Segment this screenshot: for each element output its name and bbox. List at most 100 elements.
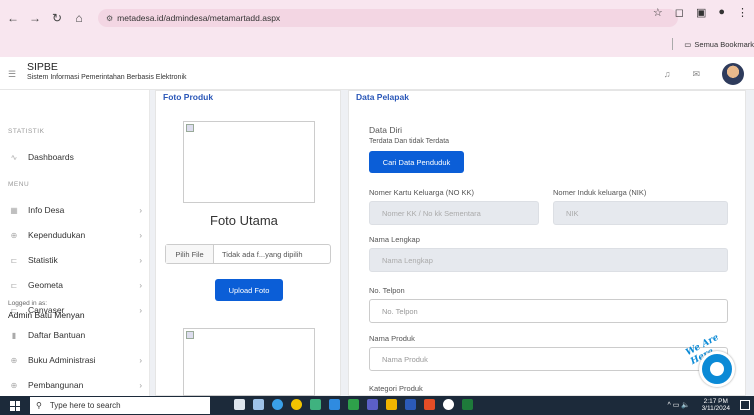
folder-icon[interactable] <box>386 399 397 410</box>
logged-in-label: Logged in as: <box>8 300 48 307</box>
terdata-text: Terdata Dan tidak Terdata <box>369 138 450 145</box>
sidebar-item-label: Info Desa <box>28 205 65 215</box>
nik-field[interactable]: NIK <box>553 201 728 225</box>
whatsapp-icon[interactable] <box>348 399 359 410</box>
menu-icon[interactable]: ⋮ <box>737 6 748 19</box>
header-actions: ♫ ✉ <box>664 63 744 85</box>
app-icon-green[interactable] <box>310 399 321 410</box>
taskbar-apps <box>234 399 473 410</box>
app-subtitle: Sistem Informasi Pemerintahan Berbasis E… <box>27 74 187 81</box>
address-bar-row: ← → ↻ ⌂ ⚙ metadesa.id/admindesa/metamart… <box>0 6 754 30</box>
chat-bubble-button[interactable] <box>699 351 735 387</box>
section-menu: MENU <box>8 181 30 188</box>
app-header: ☰ SIPBE Sistem Informasi Pemerintahan Be… <box>0 57 754 90</box>
chevron-right-icon: › <box>139 255 142 265</box>
layers-icon: ⊏ <box>10 280 18 290</box>
back-icon[interactable]: ← <box>4 9 22 27</box>
home-icon[interactable]: ⌂ <box>70 9 88 27</box>
clock-time: 2:17 PM <box>703 398 728 405</box>
sidepanel-icon[interactable]: ▣ <box>696 6 706 19</box>
chevron-right-icon: › <box>139 305 142 315</box>
app-icon-white[interactable] <box>443 399 454 410</box>
globe-icon: ⊕ <box>10 380 18 390</box>
foto-secondary-image <box>183 328 315 396</box>
chrome-icon[interactable] <box>291 399 302 410</box>
bookmarks-bar: ▭ Semua Bookmark <box>672 38 754 50</box>
no-telpon-label: No. Telpon <box>369 286 405 295</box>
reload-icon[interactable]: ↻ <box>48 9 66 27</box>
hamburger-icon[interactable]: ☰ <box>8 69 16 80</box>
store-icon[interactable] <box>329 399 340 410</box>
app-title: SIPBE <box>27 61 58 73</box>
task-view-icon[interactable] <box>234 399 245 410</box>
user-avatar[interactable] <box>722 63 744 85</box>
windows-start-icon[interactable] <box>10 401 20 411</box>
notification-center-icon[interactable] <box>740 400 750 410</box>
foto-produk-title: Foto Produk <box>163 92 214 102</box>
sidebar-item-info-desa[interactable]: ▦ Info Desa › <box>8 203 142 217</box>
nama-lengkap-field[interactable]: Nama Lengkap <box>369 248 728 272</box>
chevron-right-icon: › <box>139 280 142 290</box>
excel-icon[interactable] <box>462 399 473 410</box>
app-icon-red[interactable] <box>424 399 435 410</box>
taskbar-search[interactable]: ⚲ Type here to search <box>30 397 210 414</box>
taskbar-search-placeholder: Type here to search <box>49 401 121 410</box>
windows-taskbar: ⚲ Type here to search ^ ▭ 🔈 2:17 PM 3/11… <box>0 396 754 415</box>
foto-utama-image <box>183 121 315 203</box>
no-telpon-field[interactable]: No. Telpon <box>369 299 728 323</box>
forward-icon[interactable]: → <box>26 9 44 27</box>
site-info-icon[interactable]: ⚙ <box>106 14 113 23</box>
search-icon: ⚲ <box>36 401 42 410</box>
star-icon[interactable]: ☆ <box>653 6 663 19</box>
choose-file-button[interactable]: Pilih File <box>166 245 214 263</box>
url-host: metadesa.id <box>117 13 164 23</box>
bar-chart-icon: ▮ <box>11 330 17 340</box>
sidebar-item-dashboards[interactable]: ∿ Dashboards <box>8 150 142 164</box>
file-input[interactable]: Pilih File Tidak ada f...yang dipilih <box>165 244 331 264</box>
nama-lengkap-label: Nama Lengkap <box>369 235 420 244</box>
data-pelapak-title: Data Pelapak <box>356 92 409 102</box>
sidebar-item-pembangunan[interactable]: ⊕ Pembangunan › <box>8 378 142 392</box>
sidebar-item-label: Daftar Bantuan <box>28 330 86 340</box>
sidebar-item-statistik[interactable]: ⊏ Statistik › <box>8 253 142 267</box>
profile-icon[interactable]: ● <box>718 6 725 19</box>
all-bookmarks-link[interactable]: Semua Bookmark <box>694 40 754 49</box>
pulse-icon: ∿ <box>10 152 18 162</box>
sidebar-item-label: Statistik <box>28 255 58 265</box>
sidebar-item-label: Buku Administrasi <box>28 355 96 365</box>
folder-icon: ▭ <box>684 39 692 49</box>
edge-icon[interactable] <box>272 399 283 410</box>
notification-icon[interactable]: ♫ <box>664 69 671 79</box>
chat-icon <box>710 362 724 376</box>
chevron-right-icon: › <box>139 380 142 390</box>
nama-produk-field[interactable]: Nama Produk <box>369 347 728 371</box>
sidebar-item-label: Pembangunan <box>28 380 84 390</box>
sidebar-item-buku-administrasi[interactable]: ⊕ Buku Administrasi › <box>8 353 142 367</box>
no-kk-field[interactable]: Nomer KK / No kk Sementara <box>369 201 539 225</box>
broken-image-icon <box>186 331 194 339</box>
browser-chrome: ← → ↻ ⌂ ⚙ metadesa.id/admindesa/metamart… <box>0 0 754 57</box>
globe-icon: ⊕ <box>10 355 18 365</box>
extensions-icon[interactable]: ◻ <box>675 6 684 19</box>
sidebar-item-daftar-bantuan[interactable]: ▮ Daftar Bantuan <box>8 328 142 342</box>
sidebar-item-geometa[interactable]: ⊏ Geometa › <box>8 278 142 292</box>
section-statistik: STATISTIK <box>8 128 45 135</box>
system-clock[interactable]: 2:17 PM 3/11/2024 <box>702 398 730 412</box>
upload-foto-button[interactable]: Upload Foto <box>215 279 283 301</box>
data-diri-heading: Data Diri <box>369 125 403 135</box>
nik-label: Nomer Induk keluarga (NIK) <box>553 188 647 197</box>
sidebar-item-kependudukan[interactable]: ⊕ Kependudukan › <box>8 228 142 242</box>
cari-data-penduduk-button[interactable]: Cari Data Penduduk <box>369 151 464 173</box>
mail-icon[interactable]: ✉ <box>692 69 700 80</box>
system-tray-icons[interactable]: ^ ▭ 🔈 <box>667 401 690 409</box>
sidebar-item-label: Geometa <box>28 280 63 290</box>
grid-icon: ▦ <box>10 205 18 215</box>
word-icon[interactable] <box>405 399 416 410</box>
clock-date: 3/11/2024 <box>701 405 730 412</box>
chevron-right-icon: › <box>139 230 142 240</box>
file-explorer-icon[interactable] <box>253 399 264 410</box>
teams-icon[interactable] <box>367 399 378 410</box>
no-file-text: Tidak ada f...yang dipilih <box>222 249 303 259</box>
nama-produk-label: Nama Produk <box>369 334 415 343</box>
url-field[interactable]: ⚙ metadesa.id/admindesa/metamartadd.aspx <box>98 9 678 27</box>
